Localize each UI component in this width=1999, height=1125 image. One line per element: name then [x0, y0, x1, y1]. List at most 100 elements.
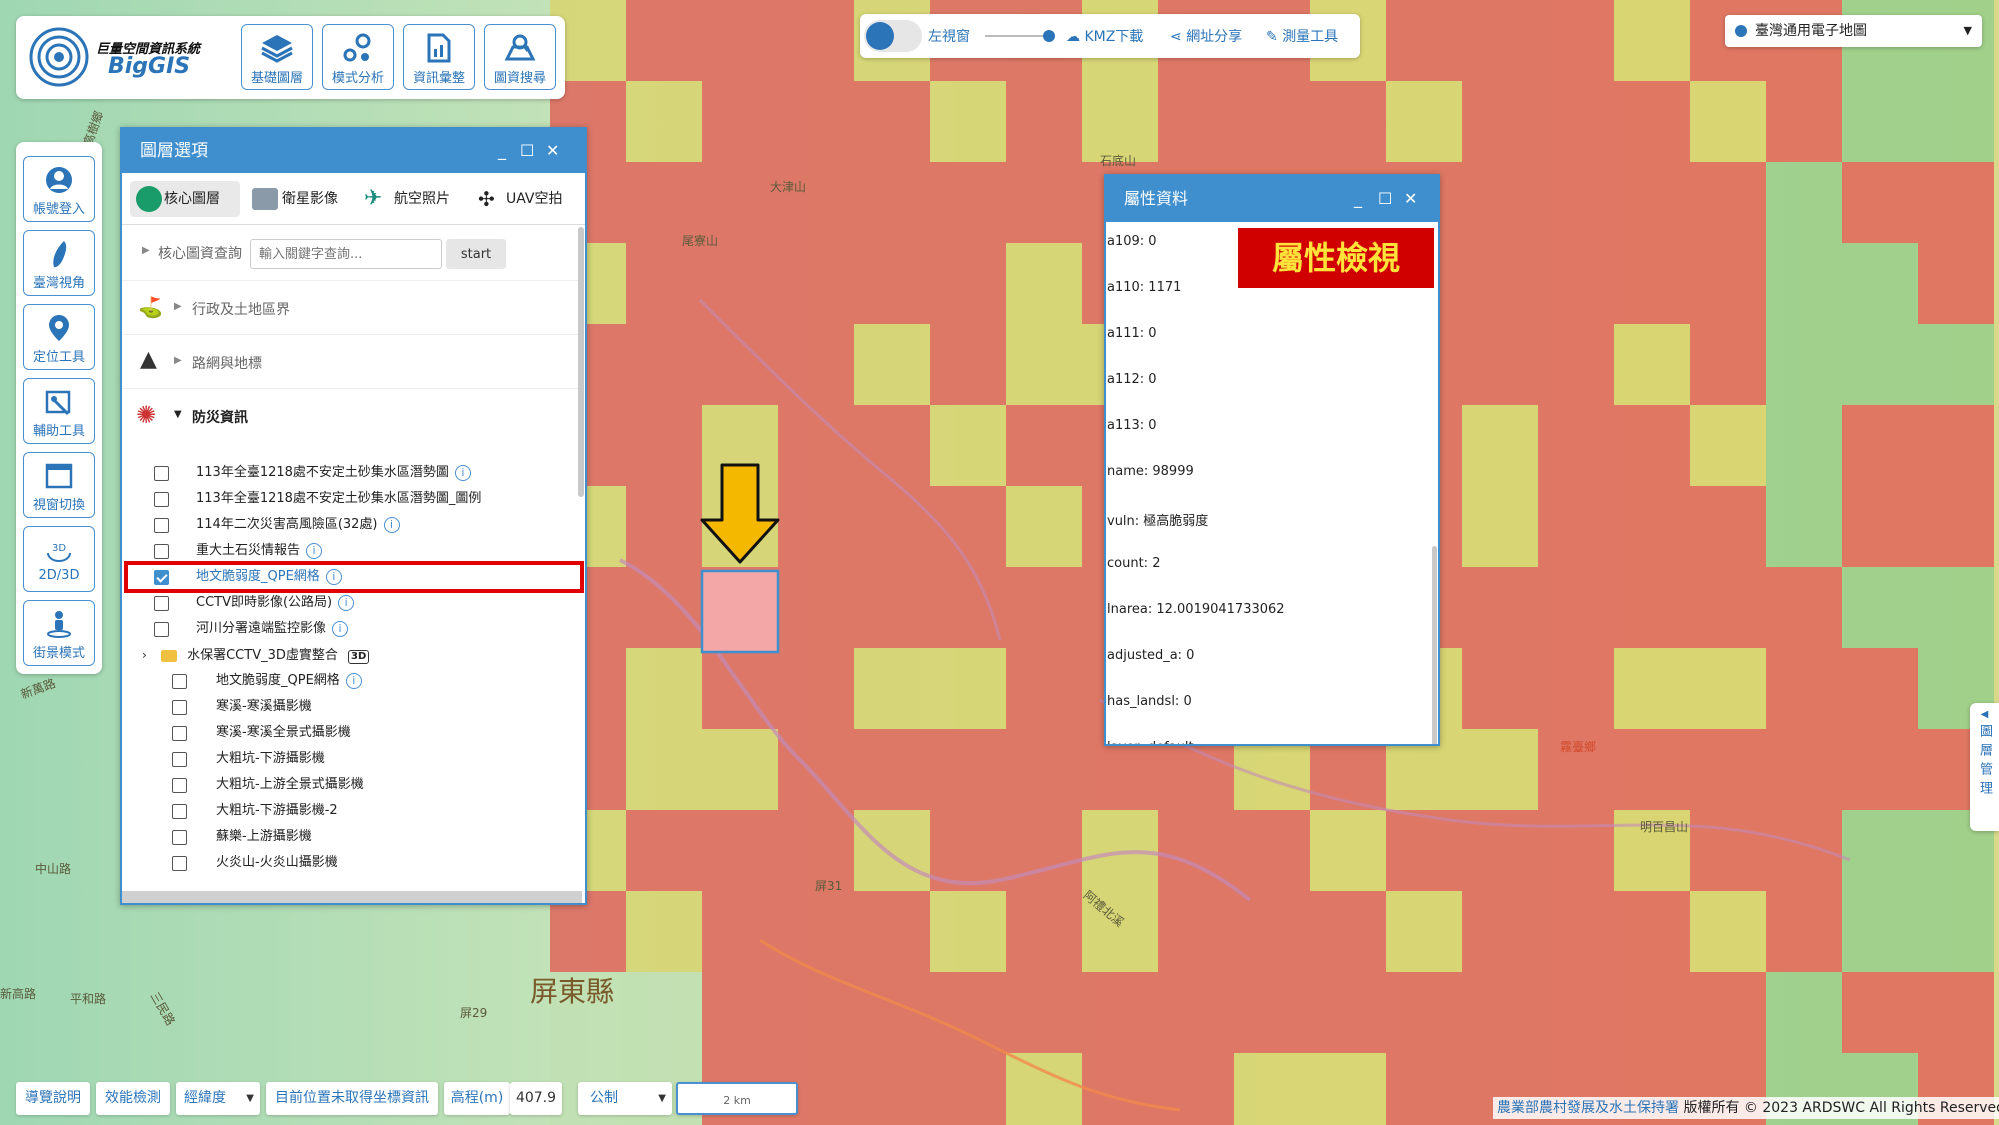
grid-cell [1918, 81, 1994, 162]
sidebar-item-street-view[interactable]: 街景模式 [23, 600, 95, 666]
unit-select[interactable]: 公制 ▼ [578, 1082, 672, 1115]
info-icon[interactable]: i [338, 594, 355, 611]
layer-checkbox[interactable] [172, 856, 187, 871]
vertical-scrollbar[interactable] [1432, 546, 1437, 744]
sidebar-item-label: 2D/3D [38, 568, 80, 583]
sidebar-item-window-switch[interactable]: 視窗切換 [23, 452, 95, 518]
selected-grid-cell[interactable] [700, 569, 780, 654]
layer-checkbox[interactable] [154, 492, 169, 507]
section-admin-boundary[interactable]: ⛳ ▶ 行政及土地區界 [122, 281, 582, 335]
basemap-select[interactable]: 臺灣通用電子地圖 ▼ [1725, 15, 1982, 47]
tab-uav[interactable]: ✣ UAV空拍 [474, 181, 574, 217]
layer-checkbox[interactable] [154, 466, 169, 481]
tab-satellite[interactable]: 衛星影像 [250, 181, 350, 217]
layer-management-tab[interactable]: ◀ 圖層管理 [1970, 703, 1999, 831]
grid-cell [1690, 972, 1766, 1053]
performance-button[interactable]: 效能檢測 [96, 1082, 170, 1115]
info-icon[interactable]: i [345, 672, 362, 689]
document-chart-icon [427, 33, 451, 63]
layer-item[interactable]: CCTV即時影像(公路局) i [154, 591, 355, 615]
map-control-bar: 左視窗 ☁ KMZ下載 ⋖ 網址分享 ✎ 測量工具 [860, 14, 1360, 58]
section-road-landmark[interactable]: ▲ ▶ 路網與地標 [122, 335, 582, 389]
layer-item[interactable]: 重大土石災情報告 i [154, 539, 323, 563]
section-disaster-info[interactable]: ✺ ▼ 防災資訊 [122, 389, 582, 443]
layer-checkbox[interactable] [172, 752, 187, 767]
sidebar-item-aux-tools[interactable]: 輔助工具 [23, 378, 95, 444]
layer-checkbox[interactable] [154, 518, 169, 533]
close-icon[interactable]: ✕ [546, 129, 559, 173]
tool-basic-layers-button[interactable]: 基礎圖層 [241, 24, 313, 90]
sublayer-item[interactable]: 火炎山-火炎山攝影機 [172, 851, 338, 875]
info-icon[interactable]: i [325, 568, 342, 585]
coord-system-select[interactable]: 經緯度 ▼ [176, 1082, 260, 1115]
search-start-button[interactable]: start [446, 239, 506, 269]
guide-button[interactable]: 導覽說明 [16, 1082, 90, 1115]
layer-checkbox[interactable] [172, 726, 187, 741]
agency-link[interactable]: 農業部農村發展及水土保持署 [1497, 1100, 1679, 1116]
section-label: 防災資訊 [192, 410, 248, 426]
tool-map-search-button[interactable]: 圖資搜尋 [484, 24, 556, 90]
tab-aerial-photo[interactable]: ✈ 航空照片 [362, 181, 462, 217]
info-icon[interactable]: i [306, 542, 323, 559]
vertical-scrollbar[interactable] [578, 227, 584, 497]
tab-core-layers[interactable]: 核心圖層 [130, 181, 240, 217]
left-view-toggle[interactable] [864, 20, 922, 52]
layer-item[interactable]: 114年二次災害高風險區(32處) i [154, 513, 400, 537]
sublayer-item[interactable]: 地文脆弱度_QPE網格 i [172, 669, 362, 693]
horizontal-scrollbar[interactable] [122, 891, 582, 903]
place-label: 大津山 [770, 180, 807, 194]
layer-item[interactable]: 河川分署遠端監控影像 i [154, 617, 349, 641]
layer-checkbox[interactable] [154, 622, 169, 637]
attribute-row: adjusted_a: 0 [1107, 648, 1195, 663]
grid-cell [1690, 729, 1766, 810]
info-icon[interactable]: i [383, 516, 400, 533]
layer-checkbox[interactable] [172, 778, 187, 793]
grid-cell [626, 324, 702, 405]
tool-model-analysis-button[interactable]: 模式分析 [322, 24, 394, 90]
maximize-icon[interactable]: ☐ [1378, 176, 1392, 222]
attr-panel-header: 屬性資料 _ ☐ ✕ [1106, 176, 1438, 222]
measure-tool-button[interactable]: ✎ 測量工具 [1266, 26, 1338, 46]
layer-checkbox[interactable] [172, 674, 187, 689]
layer-checkbox[interactable] [172, 700, 187, 715]
core-search-input[interactable] [250, 239, 442, 269]
minimize-icon[interactable]: _ [498, 129, 506, 173]
sublayer-item[interactable]: 寒溪-寒溪全景式攝影機 [172, 721, 351, 745]
chevron-left-icon: ◀ [1980, 709, 1989, 720]
minimize-icon[interactable]: _ [1354, 176, 1362, 222]
sublayer-item[interactable]: 寒溪-寒溪攝影機 [172, 695, 312, 719]
close-icon[interactable]: ✕ [1404, 176, 1417, 222]
share-url-button[interactable]: ⋖ 網址分享 [1170, 26, 1242, 46]
sidebar-item-login[interactable]: 帳號登入 [23, 156, 95, 222]
folder-item[interactable]: › 水保署CCTV_3D虛實整合 3D [142, 643, 370, 667]
info-icon[interactable]: i [454, 464, 471, 481]
grid-cell [1690, 324, 1766, 405]
layer-item-selected[interactable]: 地文脆弱度_QPE網格 i [154, 565, 342, 589]
folder-icon [160, 649, 177, 662]
grid-cell [1006, 81, 1082, 162]
grid-cell [1918, 405, 1994, 486]
layer-item[interactable]: 113年全臺1218處不安定土砂集水區潛勢圖 i [154, 461, 471, 485]
tool-info-summary-button[interactable]: 資訊彙整 [403, 24, 475, 90]
sidebar-item-2d-3d[interactable]: 3D 2D/3D [23, 526, 95, 592]
maximize-icon[interactable]: ☐ [520, 129, 534, 173]
left-view-label[interactable]: 左視窗 [928, 26, 970, 46]
kmz-download-button[interactable]: ☁ KMZ下載 [1066, 26, 1143, 46]
sublayer-item[interactable]: 大粗坑-下游攝影機 [172, 747, 325, 771]
layer-checkbox[interactable] [154, 544, 169, 559]
layer-item[interactable]: 113年全臺1218處不安定土砂集水區潛勢圖_圖例 [154, 487, 481, 511]
layer-checkbox[interactable] [172, 830, 187, 845]
sublayer-item[interactable]: 蘇樂-上游攝影機 [172, 825, 312, 849]
attribute-row: a112: 0 [1107, 372, 1157, 387]
sublayer-item[interactable]: 大粗坑-上游全景式攝影機 [172, 773, 364, 797]
info-icon[interactable]: i [332, 620, 349, 637]
sidebar-item-taiwan-view[interactable]: 臺灣視角 [23, 230, 95, 296]
coord-system-value: 經緯度 [184, 1090, 226, 1106]
layer-checkbox-checked[interactable] [154, 570, 169, 585]
layer-checkbox[interactable] [172, 804, 187, 819]
layer-checkbox[interactable] [154, 596, 169, 611]
tool-label: 資訊彙整 [412, 71, 465, 86]
sidebar-item-locate[interactable]: 定位工具 [23, 304, 95, 370]
sublayer-item[interactable]: 大粗坑-下游攝影機-2 [172, 799, 338, 823]
opacity-slider-handle[interactable] [1043, 30, 1055, 42]
